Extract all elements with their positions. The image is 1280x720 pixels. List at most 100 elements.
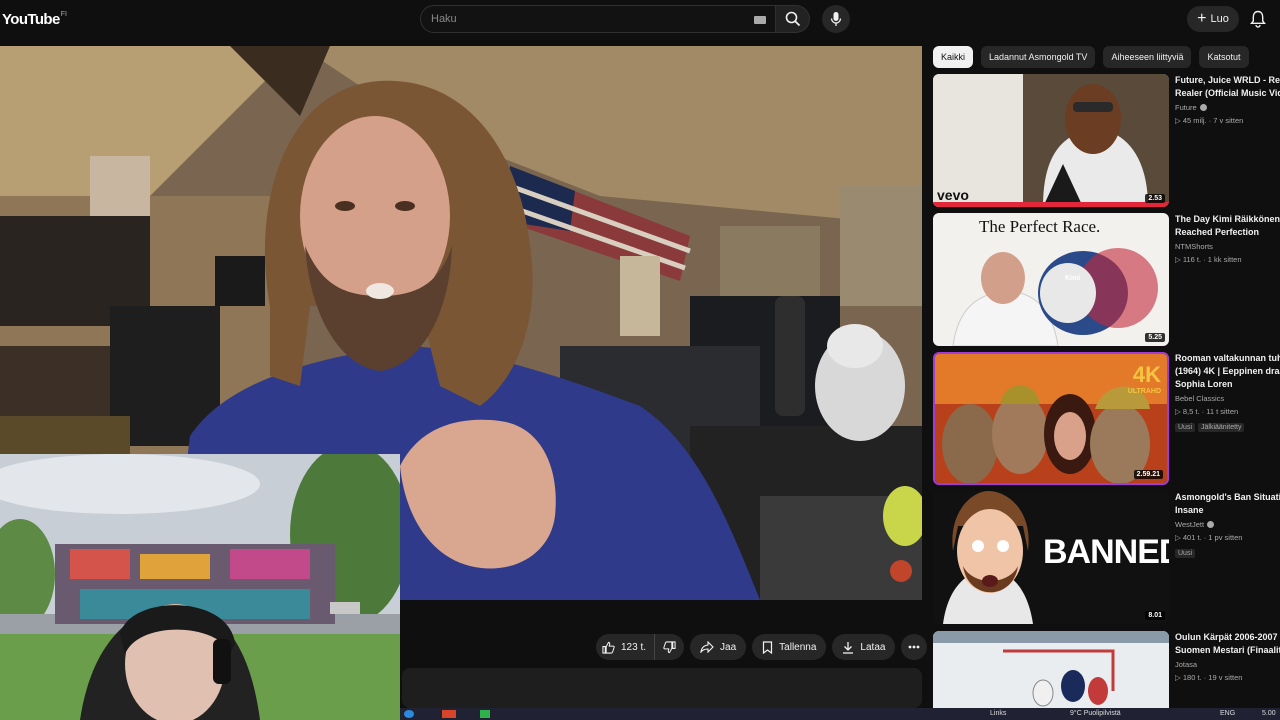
- save-button[interactable]: Tallenna: [752, 634, 827, 660]
- search-button[interactable]: [776, 5, 810, 33]
- thumbnail-overlay-text: 4K: [1132, 362, 1161, 387]
- video-title-line[interactable]: Rooman valtakunnan tuho: [1175, 352, 1280, 365]
- webcam-overlay: [0, 454, 400, 720]
- video-title-line[interactable]: Realer (Official Music Video): [1175, 87, 1280, 100]
- video-info: Rooman valtakunnan tuho (1964) 4K | Eepp…: [1175, 352, 1280, 434]
- video-duration: 8.01: [1145, 611, 1165, 620]
- thumbnail-overlay-subtext: ULTRAHD: [1127, 388, 1161, 395]
- download-button[interactable]: Lataa: [832, 634, 896, 660]
- channel-name[interactable]: WestJett: [1175, 520, 1280, 529]
- video-title-line[interactable]: Asmongold's Ban Situation: [1175, 491, 1280, 504]
- voice-search-button[interactable]: [822, 5, 850, 33]
- thumbnail-overlay-text: vevo: [937, 187, 969, 203]
- channel-label: WestJett: [1175, 520, 1205, 529]
- share-button[interactable]: Jaa: [690, 634, 747, 660]
- chip-uploaded-by[interactable]: Ladannut Asmongold TV: [981, 46, 1096, 68]
- view-count: 116 t.: [1182, 255, 1202, 264]
- save-label: Tallenna: [779, 641, 817, 653]
- video-meta: ▷ 8,5 t. · 11 t sitten: [1175, 407, 1239, 416]
- video-duration: 5.25: [1145, 333, 1165, 342]
- view-count: 45 milj.: [1182, 116, 1207, 125]
- upload-age: 1 kk sitten: [1207, 255, 1242, 264]
- channel-name[interactable]: Jotasa: [1175, 660, 1280, 669]
- search-icon: [785, 11, 800, 27]
- like-count: 123 t.: [621, 641, 647, 653]
- recommendation-item[interactable]: Oulun Kärpät 2006-2007 - Suomen Mestari …: [933, 631, 1280, 708]
- search-box: [420, 5, 776, 33]
- like-button[interactable]: 123 t.: [596, 634, 656, 660]
- channel-label: NTMShorts: [1175, 242, 1213, 251]
- chip-all[interactable]: Kaikki: [933, 46, 974, 68]
- logo-text: YouTube: [2, 11, 60, 28]
- microphone-icon: [830, 12, 842, 26]
- video-title-line[interactable]: Sophia Loren: [1175, 378, 1280, 391]
- language-label[interactable]: ENG: [1220, 710, 1235, 717]
- video-thumbnail[interactable]: vevo 2.53: [933, 74, 1169, 207]
- video-title-line[interactable]: Oulun Kärpät 2006-2007 -: [1175, 631, 1280, 644]
- bookmark-icon: [763, 640, 773, 654]
- search-input[interactable]: [431, 10, 741, 28]
- channel-name[interactable]: NTMShorts: [1175, 242, 1280, 251]
- channel-name[interactable]: Future: [1175, 103, 1280, 112]
- logo-region: FI: [60, 11, 67, 18]
- video-thumbnail[interactable]: The Perfect Race. Kimi 5.25: [933, 213, 1169, 346]
- video-meta: ▷ 180 t. · 19 v sitten: [1175, 673, 1243, 682]
- view-count: 401 t.: [1182, 533, 1202, 542]
- video-title-line[interactable]: Suomen Mestari (Finaalit): [1175, 644, 1280, 657]
- video-title-line[interactable]: The Day Kimi Räikkönen: [1175, 213, 1280, 226]
- view-count: 8,5 t.: [1182, 407, 1200, 416]
- video-info: The Day Kimi Räikkönen Reached Perfectio…: [1175, 213, 1280, 264]
- chip-related[interactable]: Aiheeseen liittyviä: [1103, 46, 1192, 68]
- video-title-line[interactable]: (1964) 4K | Eeppinen draama: [1175, 365, 1280, 378]
- video-title-line[interactable]: Insane: [1175, 504, 1280, 517]
- channel-label: Future: [1175, 103, 1197, 112]
- clock-label[interactable]: 5.00: [1262, 710, 1276, 717]
- video-thumbnail[interactable]: [933, 631, 1169, 708]
- channel-label: Jotasa: [1175, 660, 1198, 669]
- channel-name[interactable]: Bebel Classics: [1175, 394, 1280, 403]
- create-button[interactable]: + Luo: [1187, 6, 1239, 32]
- brave-icon[interactable]: [442, 710, 456, 718]
- create-label: Luo: [1210, 13, 1229, 25]
- dislike-button[interactable]: [655, 634, 684, 660]
- video-duration: 2.59.21: [1133, 470, 1163, 479]
- upload-age: 1 pv sitten: [1208, 533, 1243, 542]
- verified-icon: [1199, 104, 1207, 111]
- recommendation-item[interactable]: 4K ULTRAHD 2.59.21 Rooman valtakunnan tu…: [933, 352, 1280, 486]
- chip-watched[interactable]: Katsotut: [1199, 46, 1249, 68]
- upload-age: 11 t sitten: [1206, 407, 1239, 416]
- view-count: 180 t.: [1182, 673, 1202, 682]
- webcam-frame: [0, 454, 400, 720]
- recommendation-item[interactable]: BANNED 8.01 Asmongold's Ban Situation In…: [933, 491, 1280, 625]
- upload-age: 19 v sitten: [1208, 673, 1243, 682]
- video-title-line[interactable]: Future, Juice WRLD - Real: [1175, 74, 1280, 87]
- keyboard-icon[interactable]: [754, 16, 766, 24]
- thumbnail-image: [933, 631, 1169, 708]
- download-label: Lataa: [860, 641, 886, 653]
- notifications-bell-icon[interactable]: [1250, 10, 1266, 28]
- media-icon[interactable]: [480, 710, 490, 718]
- video-duration: 2.53: [1145, 194, 1165, 203]
- share-label: Jaa: [720, 641, 737, 653]
- video-info: Oulun Kärpät 2006-2007 - Suomen Mestari …: [1175, 631, 1280, 682]
- thumbs-down-icon: [663, 640, 676, 653]
- video-thumbnail[interactable]: BANNED 8.01: [933, 491, 1169, 624]
- video-meta: ▷ 401 t. · 1 pv sitten: [1175, 533, 1243, 542]
- more-actions-button[interactable]: [901, 634, 928, 660]
- video-thumbnail[interactable]: 4K ULTRAHD 2.59.21: [933, 352, 1169, 485]
- verified-icon: [1207, 521, 1215, 528]
- links-label[interactable]: Links: [990, 710, 1006, 717]
- video-title-line[interactable]: Reached Perfection: [1175, 226, 1280, 239]
- top-bar: YouTube FI + Luo: [0, 0, 1280, 44]
- recommendation-item[interactable]: vevo 2.53 Future, Juice WRLD - Real Real…: [933, 74, 1280, 208]
- video-actions: 123 t. Jaa Tallenna Lataa: [596, 634, 928, 660]
- weather-label[interactable]: 9°C Puolipilvistä: [1070, 710, 1121, 717]
- thumbs-up-icon: [602, 641, 615, 654]
- video-meta: ▷ 45 milj. · 7 v sitten: [1175, 116, 1244, 125]
- video-info: Future, Juice WRLD - Real Realer (Offici…: [1175, 74, 1280, 125]
- description-box[interactable]: [402, 668, 922, 708]
- youtube-logo[interactable]: YouTube FI: [2, 11, 67, 28]
- share-icon: [700, 641, 714, 653]
- recommendation-item[interactable]: The Perfect Race. Kimi 5.25 The Day Kimi…: [933, 213, 1280, 347]
- edge-icon[interactable]: [404, 710, 414, 718]
